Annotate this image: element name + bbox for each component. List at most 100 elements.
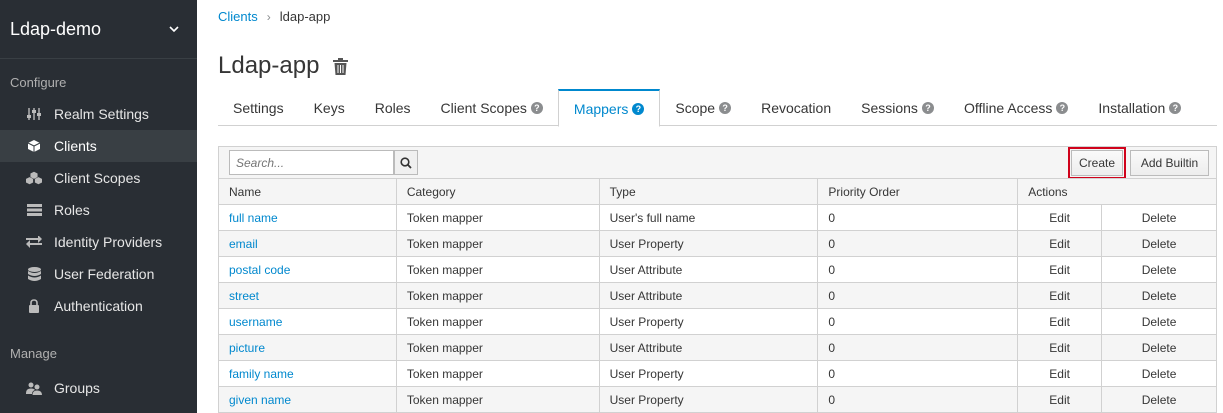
help-icon[interactable]: ? (1169, 101, 1182, 114)
delete-button[interactable]: Delete (1101, 308, 1217, 335)
breadcrumb: Clients › ldap-app (218, 9, 330, 24)
mapper-name-link[interactable]: postal code (229, 263, 290, 277)
edit-button[interactable]: Edit (1017, 360, 1103, 387)
manage-section-label: Manage (10, 346, 57, 361)
cell-priority: 0 (817, 360, 1019, 387)
sidebar-item-label: Realm Settings (54, 106, 149, 122)
delete-button[interactable]: Delete (1101, 334, 1217, 361)
sidebar-item-authentication[interactable]: Authentication (0, 290, 197, 322)
edit-button[interactable]: Edit (1017, 386, 1103, 413)
add-builtin-button[interactable]: Add Builtin (1130, 150, 1209, 176)
mapper-name-link[interactable]: family name (229, 367, 294, 381)
cell-name: postal code (218, 256, 397, 283)
column-header-name[interactable]: Name (218, 178, 397, 205)
sidebar-item-clients[interactable]: Clients (0, 130, 197, 162)
edit-button[interactable]: Edit (1017, 230, 1103, 257)
table-row: email Token mapper User Property 0 Edit Delet… (218, 230, 1217, 257)
sidebar: Ldap-demo Configure Realm Settings Clien… (0, 0, 197, 413)
cell-category: Token mapper (395, 334, 600, 361)
edit-button[interactable]: Edit (1017, 308, 1103, 335)
delete-button[interactable]: Delete (1101, 230, 1217, 257)
mapper-name-link[interactable]: street (229, 289, 259, 303)
mapper-name-link[interactable]: picture (229, 341, 265, 355)
tab-scope[interactable]: Scope? (660, 89, 746, 126)
mapper-name-link[interactable]: full name (229, 211, 278, 225)
sidebar-item-roles[interactable]: Roles (0, 194, 197, 226)
tab-settings[interactable]: Settings (218, 89, 299, 126)
tab-sessions[interactable]: Sessions? (846, 89, 949, 126)
delete-button[interactable]: Delete (1101, 256, 1217, 283)
edit-button[interactable]: Edit (1017, 256, 1103, 283)
realm-name: Ldap-demo (10, 18, 102, 39)
edit-button[interactable]: Edit (1017, 334, 1103, 361)
help-icon[interactable]: ? (921, 101, 934, 114)
edit-button[interactable]: Edit (1017, 282, 1103, 309)
tab-client-scopes[interactable]: Client Scopes? (426, 89, 558, 126)
help-icon[interactable]: ? (530, 101, 543, 114)
tab-offline-access[interactable]: Offline Access? (949, 89, 1083, 126)
tab-revocation[interactable]: Revocation (746, 89, 846, 126)
cell-name: street (218, 282, 397, 309)
cell-category: Token mapper (395, 308, 600, 335)
cell-type: User Property (598, 230, 819, 257)
database-icon (26, 266, 42, 282)
sidebar-item-label: Authentication (54, 298, 143, 314)
mapper-name-link[interactable]: email (229, 237, 258, 251)
mapper-name-link[interactable]: given name (229, 393, 291, 407)
lock-icon (26, 298, 42, 314)
tab-label: Installation (1098, 99, 1166, 116)
delete-button[interactable]: Delete (1101, 360, 1217, 387)
cell-name: picture (218, 334, 397, 361)
cell-priority: 0 (817, 386, 1019, 413)
delete-button[interactable]: Delete (1101, 386, 1217, 413)
cell-type: User Attribute (598, 282, 819, 309)
realm-selector[interactable]: Ldap-demo (0, 0, 197, 59)
sidebar-item-realm-settings[interactable]: Realm Settings (0, 98, 197, 130)
chevron-down-icon (169, 24, 179, 34)
sidebar-item-label: User Federation (54, 266, 155, 282)
sidebar-item-client-scopes[interactable]: Client Scopes (0, 162, 197, 194)
tab-mappers[interactable]: Mappers? (557, 89, 661, 127)
edit-button[interactable]: Edit (1017, 204, 1103, 231)
delete-button[interactable]: Delete (1101, 282, 1217, 309)
sidebar-item-identity-providers[interactable]: Identity Providers (0, 226, 197, 258)
search-button[interactable] (394, 150, 418, 175)
sidebar-item-label: Clients (54, 138, 97, 154)
search-input[interactable] (229, 150, 394, 175)
tab-installation[interactable]: Installation? (1083, 89, 1196, 126)
sidebar-item-label: Client Scopes (54, 170, 141, 186)
cell-type: User Attribute (598, 256, 819, 283)
cell-name: given name (218, 386, 397, 413)
table-row: family name Token mapper User Property 0 Edi… (218, 360, 1217, 387)
cell-priority: 0 (817, 282, 1019, 309)
column-header-actions: Actions (1017, 178, 1217, 205)
tab-keys[interactable]: Keys (299, 89, 360, 126)
delete-button[interactable]: Delete (1101, 204, 1217, 231)
help-icon[interactable]: ? (1056, 101, 1069, 114)
breadcrumb-separator-icon: › (266, 9, 271, 24)
column-header-category[interactable]: Category (395, 178, 600, 205)
sidebar-item-user-federation[interactable]: User Federation (0, 258, 197, 290)
tab-roles[interactable]: Roles (360, 89, 426, 126)
main-content: Clients › ldap-app Ldap-app Settings Key… (197, 0, 1223, 413)
column-header-type[interactable]: Type (598, 178, 819, 205)
column-header-priority-order[interactable]: Priority Order (817, 178, 1019, 205)
tab-label: Offline Access (963, 99, 1053, 116)
cell-category: Token mapper (395, 256, 600, 283)
table-toolbar: Create Add Builtin (218, 146, 1217, 179)
cell-type: User Property (598, 360, 819, 387)
cell-priority: 0 (817, 204, 1019, 231)
help-icon[interactable]: ? (719, 101, 732, 114)
cell-type: User Attribute (598, 334, 819, 361)
help-icon[interactable]: ? (632, 102, 645, 115)
tab-label: Mappers (573, 100, 629, 117)
tab-label: Sessions (861, 99, 918, 116)
trash-icon[interactable] (333, 57, 349, 75)
cell-type: User Property (598, 308, 819, 335)
sidebar-item-label: Roles (54, 202, 90, 218)
mapper-name-link[interactable]: username (229, 315, 282, 329)
breadcrumb-clients-link[interactable]: Clients (218, 9, 258, 24)
cube-icon (26, 138, 42, 154)
create-button[interactable]: Create (1068, 147, 1126, 179)
sidebar-item-groups[interactable]: Groups (0, 372, 197, 404)
